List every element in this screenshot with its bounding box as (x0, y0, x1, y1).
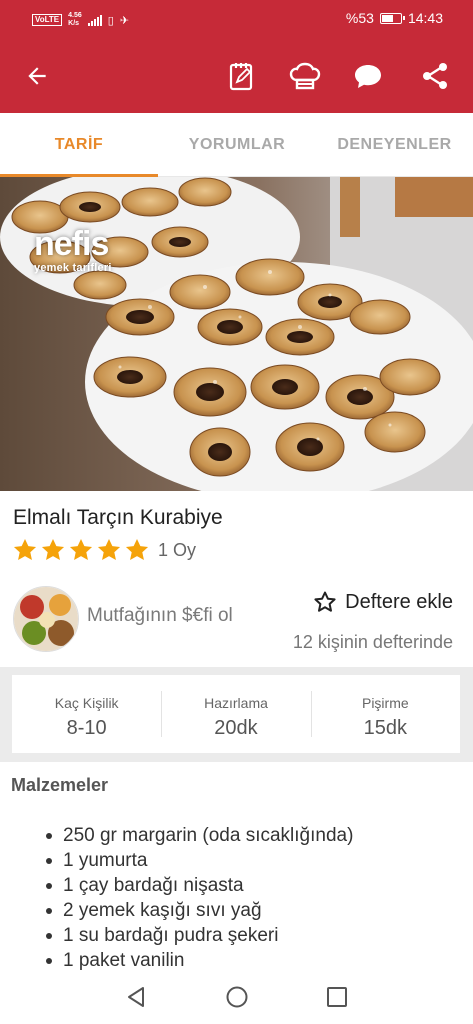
back-triangle-icon[interactable] (123, 984, 149, 1010)
star-icon[interactable] (124, 537, 150, 563)
watermark-logo: nefis (34, 225, 109, 263)
signal-icon (87, 14, 102, 26)
star-icon[interactable] (40, 537, 66, 563)
rating-row[interactable]: 1 Oy (12, 537, 196, 563)
rating-count: 1 Oy (158, 539, 197, 560)
ingredient-item: 2 yemek kaşığı sıvı yağ (44, 898, 353, 923)
data-speed-value: 4.56 (68, 12, 82, 19)
ingredient-item: 1 çay bardağı nişasta (44, 873, 353, 898)
notepad-icon[interactable] (222, 56, 262, 96)
recipe-info-card: Kaç Kişilik 8-10 Hazırlama 20dk Pişirme … (12, 675, 460, 753)
tab-tarif[interactable]: TARİF (0, 113, 158, 177)
back-arrow-icon[interactable] (17, 56, 57, 96)
nefis-watermark: nefis yemek tarifleri (34, 227, 112, 274)
info-label: Hazırlama (204, 695, 268, 711)
tab-deneyenler[interactable]: DENEYENLER (316, 113, 473, 177)
nfc-icon: ✈ (119, 14, 130, 27)
share-icon[interactable] (415, 56, 455, 96)
clock: 14:43 (407, 10, 443, 26)
recipe-photo[interactable]: nefis yemek tarifleri (0, 177, 473, 491)
star-rating[interactable] (12, 537, 150, 563)
star-icon[interactable] (68, 537, 94, 563)
recents-square-icon[interactable] (324, 984, 350, 1010)
ingredients-title: Malzemeler (11, 775, 109, 795)
battery-icon (379, 12, 405, 24)
ingredients-list: 250 gr margarin (oda sıcaklığında) 1 yum… (44, 823, 353, 973)
chef-hat-icon[interactable] (285, 56, 325, 96)
status-right: %53 14:43 (346, 10, 443, 26)
volte-badge: VoLTE (32, 14, 63, 26)
vibrate-icon: ▯ (107, 14, 114, 27)
info-value: 15dk (363, 717, 407, 739)
info-label: Kaç Kişilik (54, 695, 119, 711)
tab-yorumlar[interactable]: YORUMLAR (158, 113, 316, 177)
info-prep-time: Hazırlama 20dk (161, 675, 310, 753)
info-value: 20dk (214, 717, 258, 739)
recipe-title: Elmalı Tarçın Kurabiye (13, 506, 223, 529)
author-name[interactable]: Mutfağının $€fi ol (87, 605, 233, 627)
data-speed-unit: K/s (68, 20, 80, 27)
battery-fill (381, 14, 393, 22)
info-cook-time: Pişirme 15dk (310, 675, 460, 753)
ingredient-item: 1 su bardağı pudra şekeri (44, 923, 353, 948)
add-to-notebook-label: Deftere ekle (345, 590, 453, 613)
ingredient-item: 1 yumurta (44, 848, 353, 873)
ingredient-item: 250 gr margarin (oda sıcaklığında) (44, 823, 353, 848)
saved-count: 12 kişinin defterinde (292, 632, 453, 652)
home-circle-icon[interactable] (224, 984, 250, 1010)
comment-icon[interactable] (348, 56, 388, 96)
info-value: 8-10 (66, 717, 107, 739)
data-speed: 4.56 K/s (68, 12, 82, 28)
status-left: VoLTE 4.56 K/s ▯ ✈ (32, 12, 129, 28)
avatar[interactable] (13, 586, 79, 652)
system-nav-bar (0, 970, 473, 1024)
app-bar (0, 38, 473, 113)
watermark-subtitle: yemek tarifleri (34, 262, 112, 274)
info-servings: Kaç Kişilik 8-10 (12, 675, 161, 753)
star-icon[interactable] (96, 537, 122, 563)
star-outline-icon (314, 591, 336, 612)
info-label: Pişirme (361, 695, 409, 711)
recipe-info-strip: Kaç Kişilik 8-10 Hazırlama 20dk Pişirme … (0, 667, 473, 762)
status-bar: VoLTE 4.56 K/s ▯ ✈ %53 14:43 (0, 0, 473, 38)
star-icon[interactable] (12, 537, 38, 563)
battery-percent: %53 (345, 10, 374, 26)
tab-bar: TARİF YORUMLAR DENEYENLER (0, 113, 473, 177)
add-to-notebook-button[interactable]: Deftere ekle (313, 590, 453, 614)
